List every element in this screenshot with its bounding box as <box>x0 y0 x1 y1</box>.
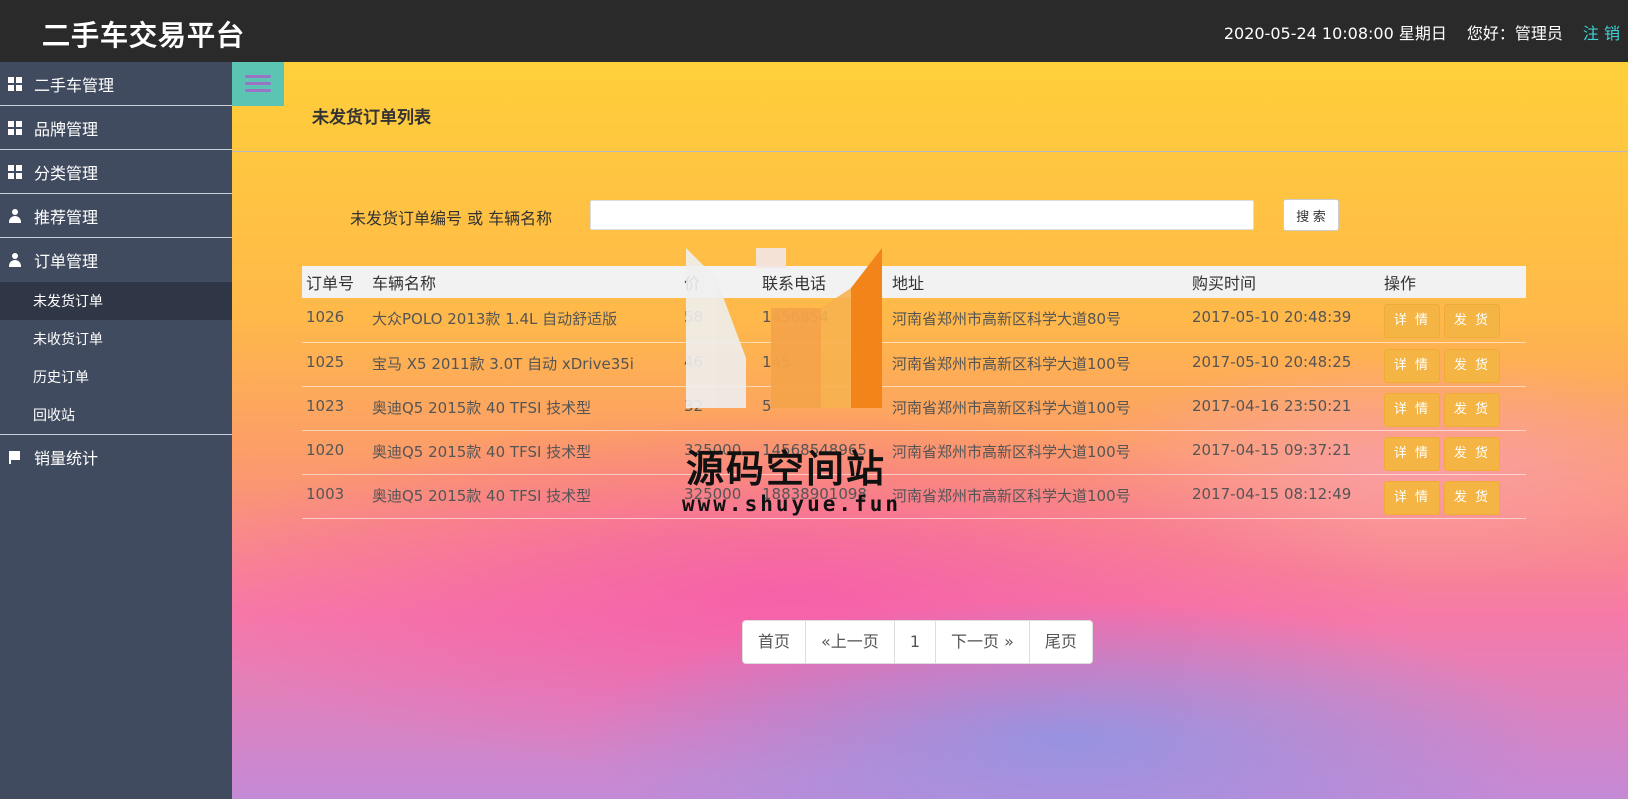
first-page-link[interactable]: 首页 <box>743 621 807 663</box>
submenu-unreceived-orders[interactable]: 未收货订单 <box>0 320 232 358</box>
pagination: 首页 «上一页 1 下一页 » 尾页 <box>742 620 1093 664</box>
detail-button[interactable]: 详 情 <box>1384 304 1440 338</box>
column-header: 操作 <box>1380 266 1526 298</box>
sidebar-item-recommend[interactable]: 推荐管理 <box>0 194 232 238</box>
sidebar-item-label: 品牌管理 <box>34 119 99 139</box>
row-actions: 详 情发 货 <box>1380 342 1526 387</box>
watermark-text: 源码空间站 <box>686 447 887 491</box>
last-page-link[interactable]: 尾页 <box>1029 621 1092 663</box>
car-name: 宝马 X5 2011款 3.0T 自动 xDrive35i <box>368 342 680 387</box>
ship-button[interactable]: 发 货 <box>1444 348 1500 383</box>
sidebar-item-orders[interactable]: 订单管理 <box>0 238 232 282</box>
column-header: 地址 <box>888 266 1188 298</box>
submenu-recycle-bin[interactable]: 回收站 <box>0 396 232 434</box>
address: 河南省郑州市高新区科学大道100号 <box>888 342 1188 387</box>
order-id: 1003 <box>302 474 368 519</box>
row-actions: 详 情发 货 <box>1380 298 1526 343</box>
car-name: 奥迪Q5 2015款 40 TFSI 技术型 <box>368 386 680 431</box>
sidebar-item-label: 二手车管理 <box>34 75 115 95</box>
next-page-link[interactable]: 下一页 » <box>936 621 1030 663</box>
address: 河南省郑州市高新区科学大道100号 <box>888 386 1188 431</box>
order-id: 1026 <box>302 298 368 343</box>
watermark: 源码空间站 www.shuyue.fun <box>682 248 926 578</box>
column-header: 订单号 <box>302 266 368 298</box>
order-id: 1025 <box>302 342 368 387</box>
address: 河南省郑州市高新区科学大道80号 <box>888 298 1188 343</box>
logout-link[interactable]: 注 销 <box>1583 20 1620 44</box>
sidebar-item-label: 销量统计 <box>34 449 99 468</box>
row-actions: 详 情发 货 <box>1380 430 1526 475</box>
sidebar-item-brands[interactable]: 品牌管理 <box>0 106 232 150</box>
order-id: 1023 <box>302 386 368 431</box>
address: 河南省郑州市高新区科学大道100号 <box>888 430 1188 475</box>
top-bar: 二手车交易平台 2020-05-24 10:08:00 星期日 您好：管理员 注… <box>0 0 1628 62</box>
detail-button[interactable]: 详 情 <box>1384 480 1440 515</box>
greeting: 您好：管理员 <box>1466 24 1563 43</box>
submenu-unshipped-orders[interactable]: 未发货订单 <box>0 282 232 320</box>
order-submenu: 未发货订单 未收货订单 历史订单 回收站 <box>0 282 232 435</box>
row-actions: 详 情发 货 <box>1380 386 1526 431</box>
address: 河南省郑州市高新区科学大道100号 <box>888 474 1188 519</box>
sidebar-item-label: 订单管理 <box>34 252 99 271</box>
detail-button[interactable]: 详 情 <box>1384 392 1440 427</box>
search-button[interactable]: 搜 索 <box>1283 199 1339 231</box>
watermark-url: www.shuyue.fun <box>682 492 902 516</box>
flag-icon <box>8 450 22 464</box>
purchase-time: 2017-04-16 23:50:21 <box>1188 386 1380 431</box>
purchase-time: 2017-05-10 20:48:39 <box>1188 298 1380 343</box>
user-icon <box>8 208 22 223</box>
datetime: 2020-05-24 10:08:00 星期日 <box>1223 24 1447 43</box>
column-header: 车辆名称 <box>368 266 680 298</box>
submenu-history-orders[interactable]: 历史订单 <box>0 358 232 396</box>
car-name: 大众POLO 2013款 1.4L 自动舒适版 <box>368 298 680 343</box>
sidebar-item-used-cars[interactable]: 二手车管理 <box>0 62 232 106</box>
order-id: 1020 <box>302 430 368 475</box>
grid-icon <box>8 164 22 179</box>
sidebar-item-sales-stats[interactable]: 销量统计 <box>0 435 232 479</box>
car-name: 奥迪Q5 2015款 40 TFSI 技术型 <box>368 430 680 475</box>
purchase-time: 2017-04-15 08:12:49 <box>1188 474 1380 519</box>
grid-icon <box>8 76 22 91</box>
ship-button[interactable]: 发 货 <box>1444 392 1500 427</box>
sidebar: 二手车管理 品牌管理 分类管理 推荐管理 订单管理 未发货订单 未收货订单 历史… <box>0 62 232 799</box>
search-label: 未发货订单编号 或 车辆名称 <box>350 209 553 228</box>
column-header: 购买时间 <box>1188 266 1380 298</box>
grid-icon <box>8 120 22 135</box>
user-icon <box>8 253 22 267</box>
page-title: 未发货订单列表 <box>312 108 431 128</box>
sidebar-item-label: 分类管理 <box>34 163 99 183</box>
sidebar-toggle-button[interactable] <box>232 62 284 106</box>
detail-button[interactable]: 详 情 <box>1384 348 1440 383</box>
sidebar-item-categories[interactable]: 分类管理 <box>0 150 232 194</box>
prev-page-link[interactable]: «上一页 <box>806 621 895 663</box>
detail-button[interactable]: 详 情 <box>1384 436 1440 471</box>
sidebar-item-label: 推荐管理 <box>34 207 99 227</box>
search-input[interactable] <box>590 200 1254 230</box>
main-content: 未发货订单列表 未发货订单编号 或 车辆名称 搜 索 订单号 车辆名称 价 联系… <box>232 62 1628 799</box>
watermark-logo-icon <box>686 248 882 408</box>
purchase-time: 2017-04-15 09:37:21 <box>1188 430 1380 475</box>
app-title: 二手车交易平台 <box>42 19 246 52</box>
ship-button[interactable]: 发 货 <box>1444 304 1500 338</box>
divider <box>232 151 1628 152</box>
current-page[interactable]: 1 <box>894 621 936 663</box>
purchase-time: 2017-05-10 20:48:25 <box>1188 342 1380 387</box>
car-name: 奥迪Q5 2015款 40 TFSI 技术型 <box>368 474 680 519</box>
header-right: 2020-05-24 10:08:00 星期日 您好：管理员 注 销 <box>1224 20 1620 44</box>
ship-button[interactable]: 发 货 <box>1444 480 1500 515</box>
row-actions: 详 情发 货 <box>1380 474 1526 519</box>
ship-button[interactable]: 发 货 <box>1444 436 1500 471</box>
